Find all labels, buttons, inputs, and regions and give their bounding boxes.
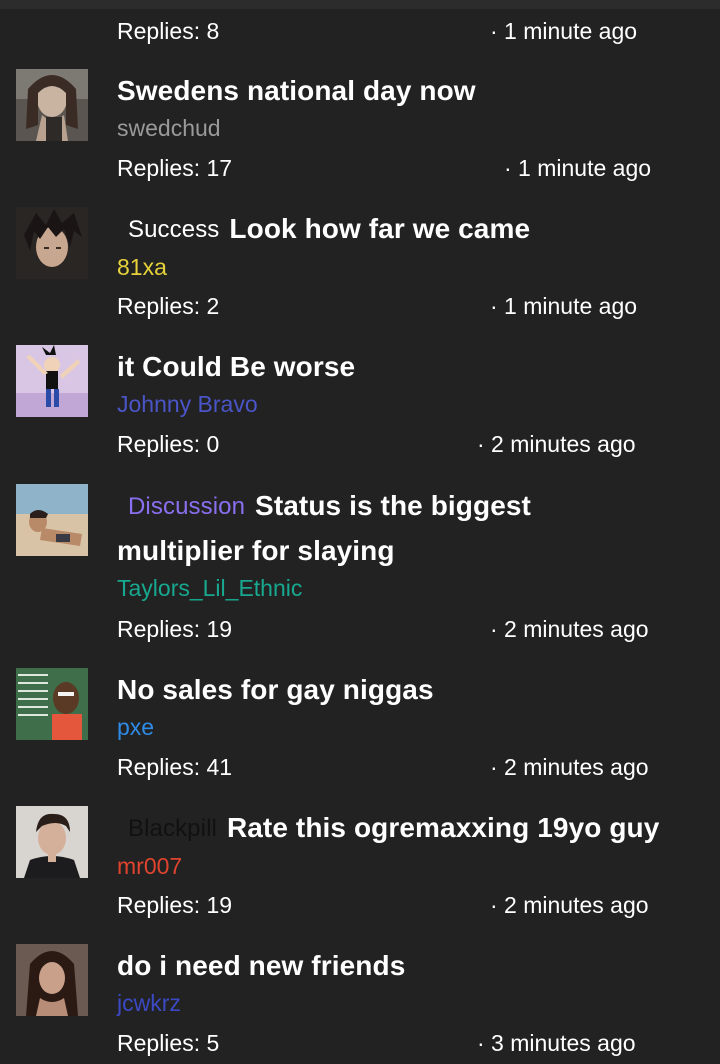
- woman-portrait-avatar[interactable]: [16, 69, 88, 141]
- chalkboard-cartoon-avatar[interactable]: [16, 668, 88, 740]
- beach-avatar[interactable]: [16, 484, 88, 556]
- thread-title[interactable]: it Could Be worse: [117, 351, 355, 382]
- thread-item[interactable]: No sales for gay niggas pxe Replies: 41 …: [0, 668, 720, 792]
- thread-item[interactable]: Swedens national day now swedchud Replie…: [0, 69, 720, 193]
- thread-title[interactable]: do i need new friends: [117, 950, 405, 981]
- timestamp: · 1 minute ago: [490, 293, 638, 319]
- thread-item[interactable]: Blackpill Rate this ogremaxxing 19yo guy …: [0, 806, 720, 930]
- author-name[interactable]: 81xa: [117, 252, 720, 282]
- cartoon-avatar[interactable]: [16, 345, 88, 417]
- timestamp: · 3 minutes ago: [477, 1030, 636, 1056]
- replies-count: Replies: 19: [117, 616, 233, 642]
- replies-count: Replies: 19: [117, 892, 233, 918]
- thread-tag[interactable]: Blackpill: [117, 815, 227, 842]
- thread-item[interactable]: do i need new friends jcwkrz Replies: 5 …: [0, 944, 720, 1064]
- author-name[interactable]: pxe: [117, 712, 720, 742]
- author-name[interactable]: swedchud: [117, 113, 720, 143]
- thread-title[interactable]: Swedens national day now: [117, 75, 476, 106]
- thread-tag[interactable]: Discussion: [117, 493, 255, 520]
- replies-count: Replies: 0: [117, 431, 220, 457]
- thread-title[interactable]: Rate this ogremaxxing 19yo guy: [227, 812, 659, 843]
- timestamp: · 2 minutes ago: [490, 616, 649, 642]
- man-portrait-avatar[interactable]: [16, 806, 88, 878]
- thread-item[interactable]: Success Look how far we came 81xa Replies…: [0, 207, 720, 331]
- author-name[interactable]: jcwkrz: [117, 988, 720, 1018]
- thread-item[interactable]: it Could Be worse Johnny Bravo Replies: …: [0, 345, 720, 469]
- replies-count: Replies: 8: [117, 18, 220, 44]
- thread-item[interactable]: Discussion Status is the biggest multipli…: [0, 484, 720, 652]
- thread-title-line2[interactable]: multiplier for slaying: [117, 529, 720, 573]
- replies-count: Replies: 5: [117, 1030, 220, 1056]
- thread-title[interactable]: Look how far we came: [229, 213, 530, 244]
- girl-portrait-avatar[interactable]: [16, 944, 88, 1016]
- author-name[interactable]: Taylors_Lil_Ethnic: [117, 573, 720, 603]
- timestamp: · 2 minutes ago: [490, 892, 649, 918]
- timestamp: · 1 minute ago: [490, 18, 638, 44]
- replies-count: Replies: 2: [117, 293, 220, 319]
- timestamp: · 2 minutes ago: [490, 754, 649, 780]
- thread-partial[interactable]: Replies: 8 · 1 minute ago: [0, 0, 720, 55]
- timestamp: · 1 minute ago: [504, 155, 652, 181]
- anime-character-avatar[interactable]: [16, 207, 88, 279]
- replies-count: Replies: 41: [117, 754, 233, 780]
- author-name[interactable]: Johnny Bravo: [117, 389, 720, 419]
- timestamp: · 2 minutes ago: [477, 431, 636, 457]
- thread-tag[interactable]: Success: [117, 216, 229, 243]
- replies-count: Replies: 17: [117, 155, 233, 181]
- thread-title[interactable]: No sales for gay niggas: [117, 674, 434, 705]
- author-name[interactable]: mr007: [117, 851, 720, 881]
- thread-title[interactable]: Status is the biggest: [255, 490, 531, 521]
